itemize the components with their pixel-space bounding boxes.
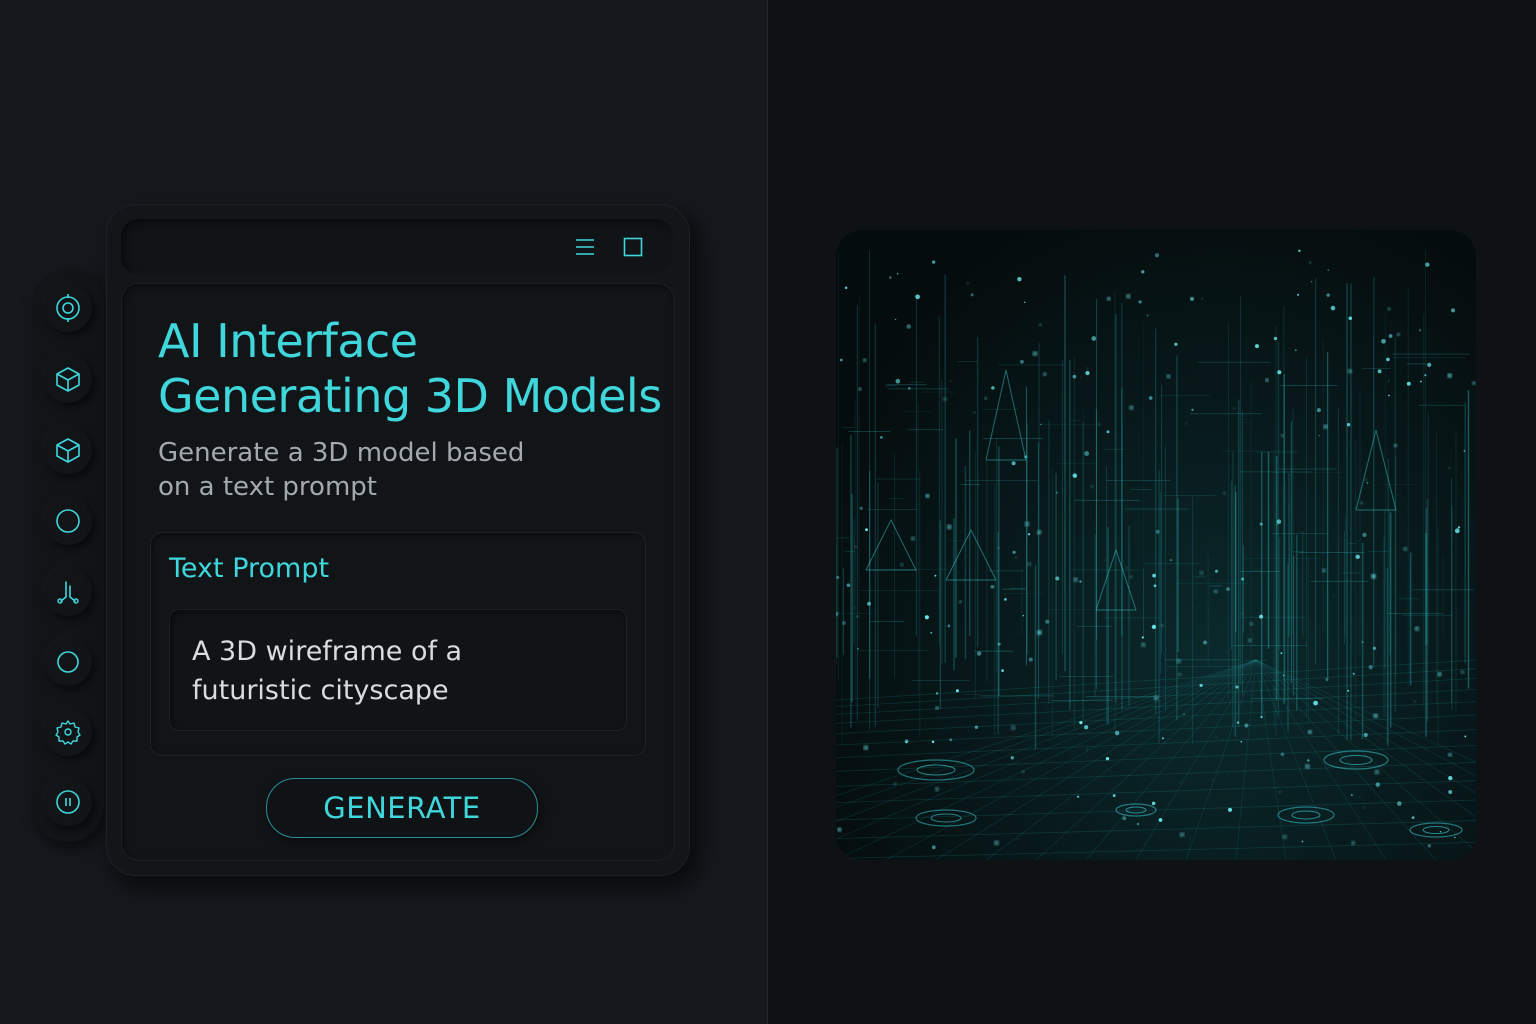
sidebar-item-cube[interactable]: [44, 355, 92, 403]
prompt-label: Text Prompt: [169, 553, 330, 584]
menu-button[interactable]: [571, 233, 599, 261]
sidebar-item-target[interactable]: [44, 284, 92, 332]
page-title: AI Interface Generating 3D Models: [158, 314, 668, 424]
maximize-button[interactable]: [619, 233, 647, 261]
gear-icon: [55, 720, 81, 745]
target-icon: [56, 294, 80, 322]
sidebar-item-sphere[interactable]: [44, 497, 92, 545]
app-root: AI Interface Generating 3D Models Genera…: [0, 0, 1536, 1024]
circle-small-icon: [57, 651, 79, 673]
pane-divider: [767, 0, 768, 1024]
page-subtitle-line1: Generate a 3D model based: [158, 438, 525, 468]
cube-icon: [56, 367, 80, 392]
window-toolbar: [121, 219, 673, 275]
prompt-value: A 3D wireframe of a futuristic cityscape: [192, 632, 612, 710]
branch-icon: [57, 581, 79, 604]
sidebar-item-branch[interactable]: [44, 568, 92, 616]
hamburger-menu-icon: [576, 239, 594, 255]
sidebar-item-pause[interactable]: [44, 778, 92, 826]
prompt-value-line1: A 3D wireframe of a: [192, 636, 463, 667]
wireframe-cityscape-render: [836, 249, 1476, 860]
prompt-input[interactable]: A 3D wireframe of a futuristic cityscape: [169, 609, 627, 731]
icon-sidebar: [32, 268, 104, 842]
generate-button[interactable]: GENERATE: [266, 778, 538, 838]
prompt-value-line2: futuristic cityscape: [192, 675, 449, 706]
square-window-icon: [623, 237, 643, 257]
cube-outline-icon: [56, 438, 80, 463]
page-subtitle: Generate a 3D model based on a text prom…: [158, 436, 578, 504]
page-subtitle-line2: on a text prompt: [158, 472, 377, 502]
sidebar-item-circle[interactable]: [44, 638, 92, 686]
prompt-section: Text Prompt A 3D wireframe of a futurist…: [150, 532, 646, 756]
sidebar-item-settings[interactable]: [44, 708, 92, 756]
page-title-line2: Generating 3D Models: [158, 369, 662, 423]
generator-window: AI Interface Generating 3D Models Genera…: [106, 204, 690, 876]
content-panel: AI Interface Generating 3D Models Genera…: [121, 283, 675, 861]
sidebar-item-model[interactable]: [44, 426, 92, 474]
pause-icon: [56, 790, 80, 814]
model-preview-image: [836, 230, 1476, 860]
circle-icon: [56, 509, 80, 533]
page-title-line1: AI Interface: [158, 314, 418, 368]
